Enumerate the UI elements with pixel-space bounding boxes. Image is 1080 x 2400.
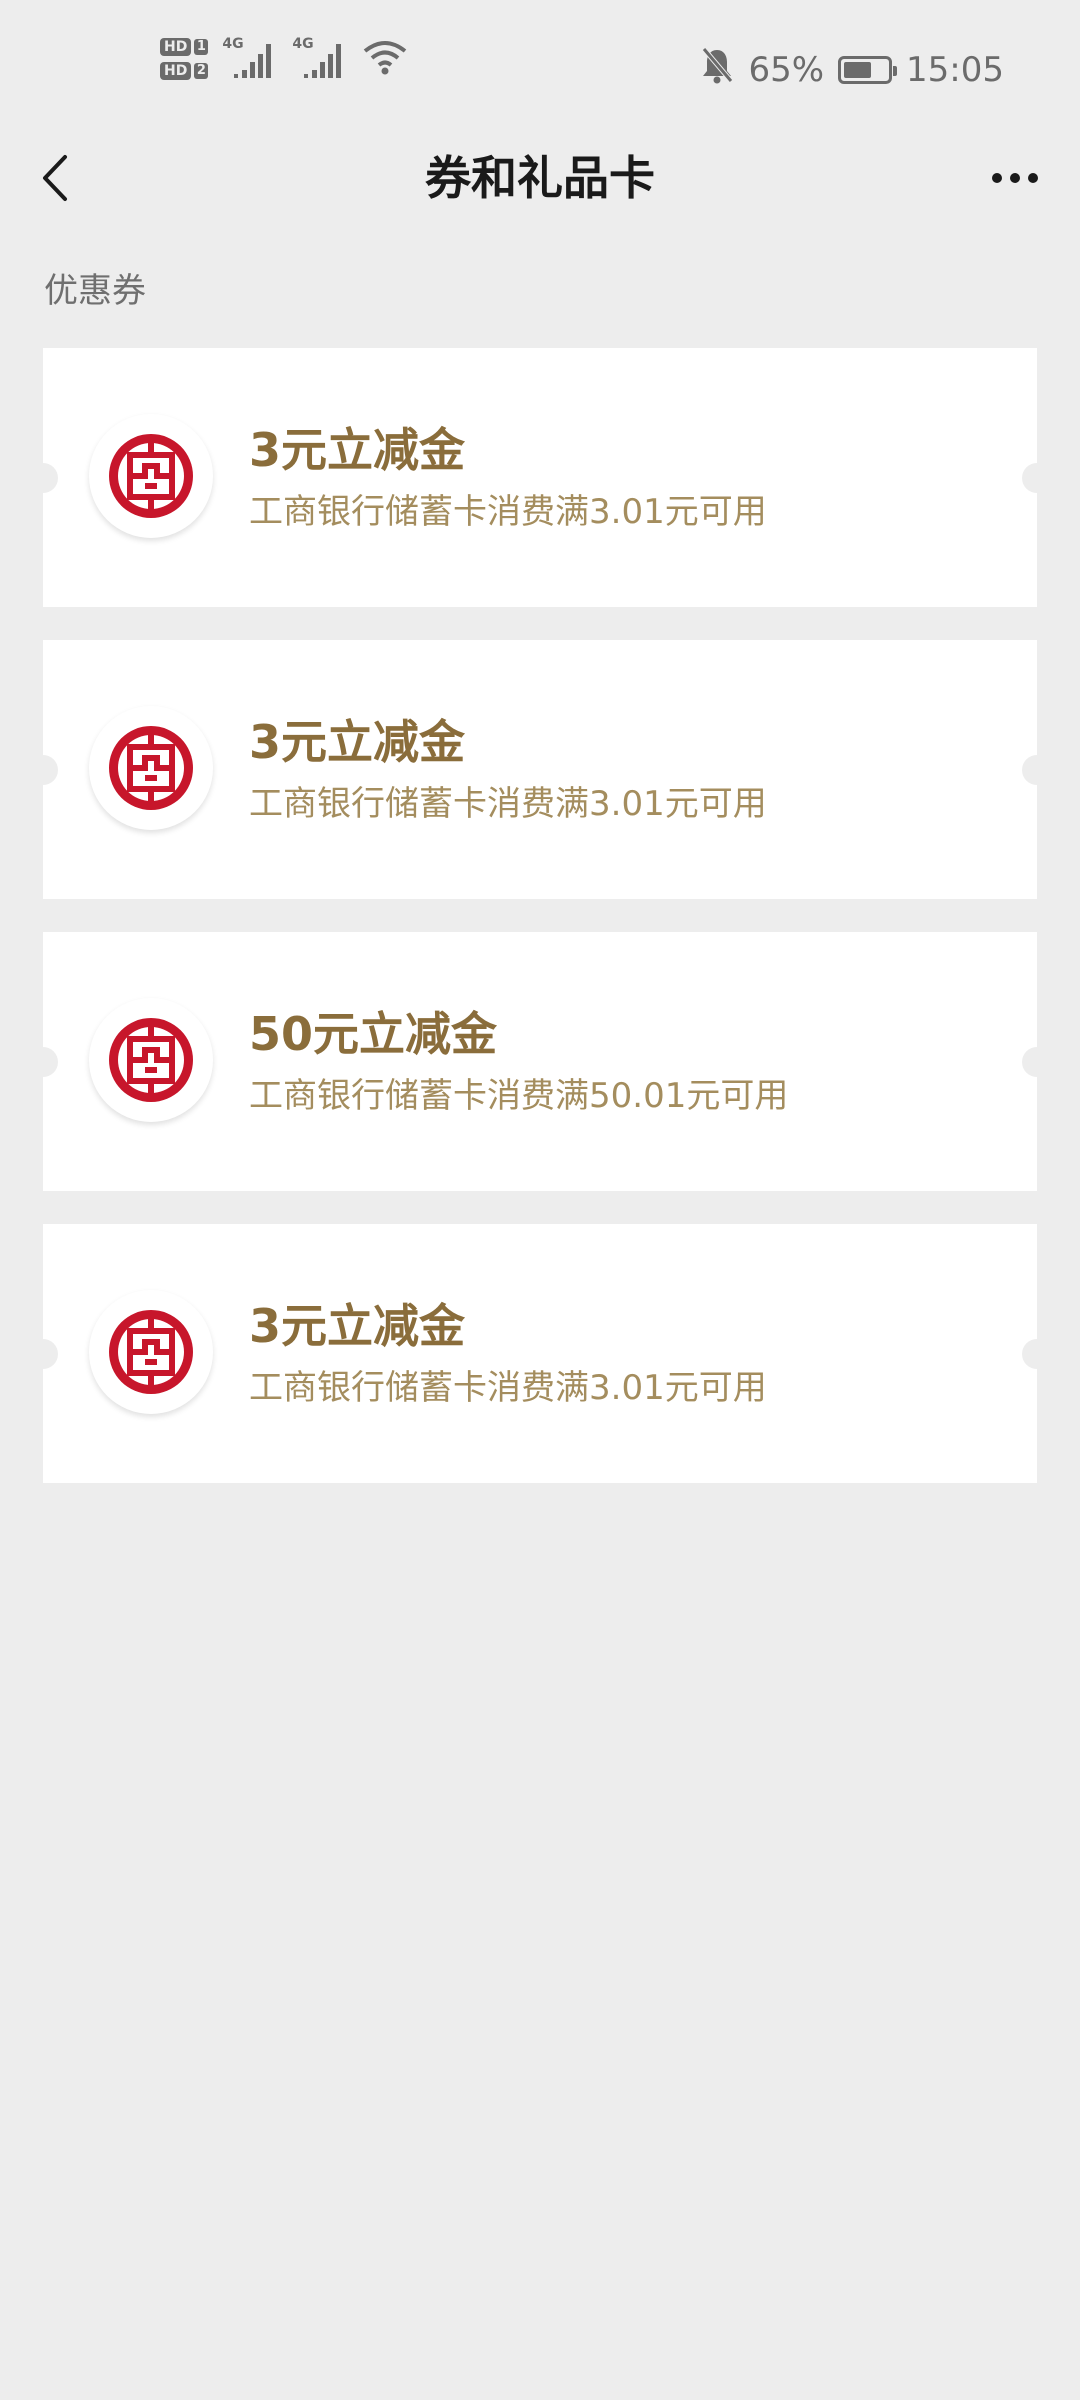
coupon-desc: 工商银行储蓄卡消费满3.01元可用 [249, 1368, 767, 1408]
hd-badge-2: HD 2 [160, 62, 209, 80]
icbc-logo-icon [109, 726, 193, 810]
icbc-logo-icon [109, 434, 193, 518]
signal-icon: 4G [292, 36, 348, 82]
coupon-desc: 工商银行储蓄卡消费满3.01元可用 [249, 784, 767, 824]
hd-label: HD [160, 62, 192, 80]
coupon-card[interactable]: 3元立减金 工商银行储蓄卡消费满3.01元可用 [28, 348, 1052, 607]
icbc-logo [89, 998, 213, 1122]
icbc-logo-icon [109, 1310, 193, 1394]
hd-sim-number: 2 [194, 63, 209, 79]
icbc-logo-icon [109, 1018, 193, 1102]
coupon-card[interactable]: 3元立减金 工商银行储蓄卡消费满3.01元可用 [28, 1224, 1052, 1483]
coupon-desc: 工商银行储蓄卡消费满50.01元可用 [249, 1076, 789, 1116]
icbc-logo [89, 706, 213, 830]
icbc-logo [89, 1290, 213, 1414]
coupon-card[interactable]: 50元立减金 工商银行储蓄卡消费满50.01元可用 [28, 932, 1052, 1191]
hd-label: HD [160, 38, 192, 56]
coupon-card[interactable]: 3元立减金 工商银行储蓄卡消费满3.01元可用 [28, 640, 1052, 899]
nav-header: 券和礼品卡 [0, 130, 1080, 226]
more-icon [992, 173, 1002, 183]
hd-sim-number: 1 [194, 39, 209, 55]
coupon-desc: 工商银行储蓄卡消费满3.01元可用 [249, 492, 767, 532]
hd-badge-1: HD 1 [160, 38, 209, 56]
signal-icon: 4G [222, 36, 278, 82]
status-left: HD 1 HD 2 4G 4G [160, 36, 408, 82]
status-bar: HD 1 HD 2 4G 4G 65% 15:05 [0, 0, 1080, 140]
more-icon [1010, 173, 1020, 183]
battery-fill [844, 61, 872, 78]
coupon-title: 3元立减金 [249, 715, 466, 769]
clock: 15:05 [906, 49, 1004, 90]
network-type: 4G [292, 36, 314, 52]
status-right: 65% 15:05 [700, 46, 1004, 93]
coupon-title: 3元立减金 [249, 423, 466, 477]
page-title: 券和礼品卡 [425, 151, 655, 205]
more-icon [1028, 173, 1038, 183]
section-label: 优惠券 [44, 271, 146, 311]
battery-icon [838, 55, 898, 84]
hd-indicators: HD 1 HD 2 [160, 38, 209, 80]
icbc-logo [89, 414, 213, 538]
bell-off-icon [700, 46, 734, 93]
wifi-icon [362, 37, 408, 81]
coupon-title: 3元立减金 [249, 1299, 466, 1353]
network-type: 4G [222, 36, 244, 52]
coupon-title: 50元立减金 [249, 1007, 498, 1061]
battery-percent: 65% [748, 49, 825, 90]
coupon-list: 3元立减金 工商银行储蓄卡消费满3.01元可用 3元立减金 工商银行储蓄卡消费满… [28, 348, 1052, 1516]
more-button[interactable] [980, 148, 1050, 208]
